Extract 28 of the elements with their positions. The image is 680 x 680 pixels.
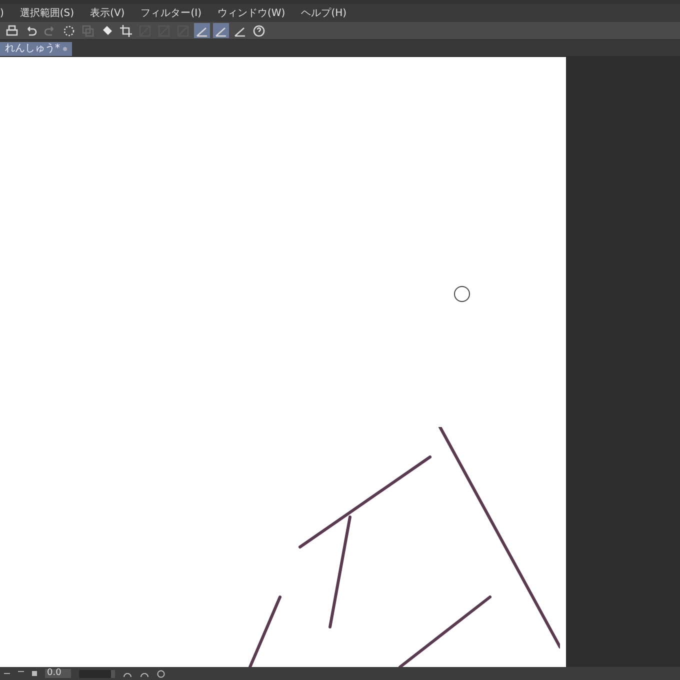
help-icon — [253, 24, 265, 36]
menu-item[interactable]: 表示(V) — [90, 6, 125, 20]
document-tab[interactable]: れんしゅう* — [0, 42, 72, 56]
snap-icon — [234, 24, 246, 36]
squares-icon — [82, 24, 94, 36]
menu-item[interactable]: ヘルプ(H) — [301, 6, 347, 20]
menu-item[interactable]: ウィンドウ(W) — [217, 6, 286, 20]
toolbar-button[interactable] — [213, 23, 229, 38]
brush-cursor-icon — [454, 286, 470, 302]
menu-item[interactable]: ) — [0, 6, 4, 20]
toolbar-button[interactable] — [251, 23, 267, 38]
toolbar-button[interactable] — [118, 23, 134, 38]
tab-label: れんしゅう* — [5, 44, 60, 54]
toolbar-button[interactable] — [194, 23, 210, 38]
undo-icon — [25, 24, 37, 36]
toolbar-button[interactable] — [61, 23, 77, 38]
snap-icon — [196, 24, 208, 36]
close-icon[interactable] — [63, 47, 67, 51]
zoom-field[interactable]: 0.0 — [45, 669, 71, 678]
menu-item[interactable]: フィルター(I) — [140, 6, 202, 20]
redo-icon — [44, 24, 56, 36]
crop-icon — [120, 24, 132, 36]
dotted-circle-icon — [63, 24, 75, 36]
menu-item[interactable]: 選択範囲(S) — [20, 6, 74, 20]
snap-icon — [215, 24, 227, 36]
printer-icon — [6, 24, 18, 36]
reset-icon[interactable] — [157, 670, 165, 678]
toolbar-button[interactable] — [4, 23, 20, 38]
